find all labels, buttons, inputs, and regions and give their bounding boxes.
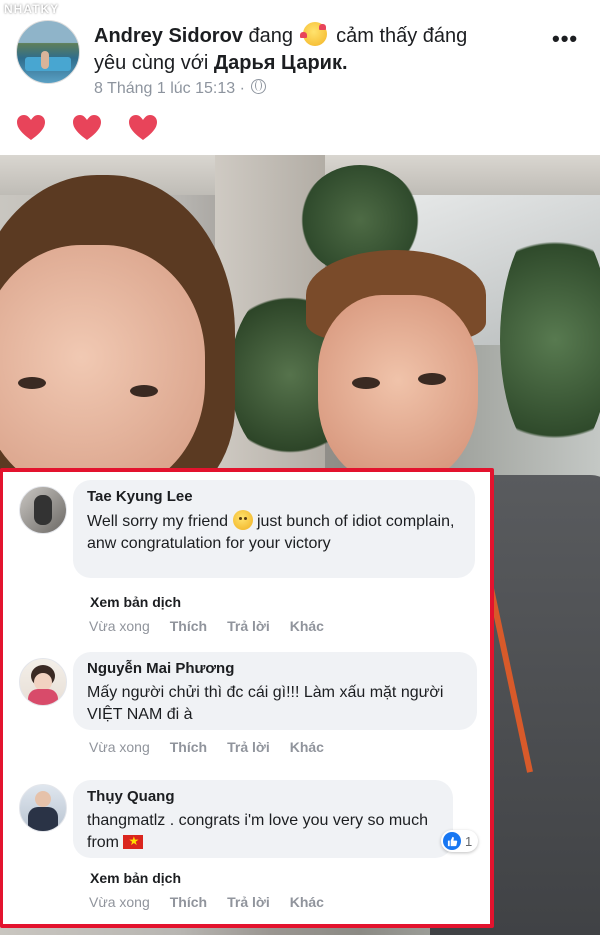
feeling-verb: đang bbox=[248, 25, 293, 47]
reply-link[interactable]: Trả lời bbox=[227, 739, 270, 755]
commenter-name[interactable]: Tae Kyung Lee bbox=[87, 488, 461, 506]
see-translation-link[interactable]: Xem bản dịch bbox=[90, 594, 181, 610]
post-timestamp: 8 Tháng 1 lúc 15:13 · bbox=[94, 79, 266, 98]
globe-icon bbox=[250, 79, 266, 94]
like-thumb-icon bbox=[443, 832, 461, 850]
comment-actions: Vừa xong Thích Trả lời Khác bbox=[89, 739, 344, 755]
with-text: yêu cùng với bbox=[94, 52, 209, 74]
comment-text: thangmatlz . congrats i'm love you very … bbox=[87, 810, 439, 854]
commenter-avatar[interactable] bbox=[19, 486, 67, 534]
in-love-emoji-icon bbox=[299, 22, 327, 46]
more-link[interactable]: Khác bbox=[290, 894, 324, 910]
comment-actions: Vừa xong Thích Trả lời Khác bbox=[89, 894, 344, 910]
more-link[interactable]: Khác bbox=[290, 618, 324, 634]
like-link[interactable]: Thích bbox=[170, 739, 207, 755]
like-link[interactable]: Thích bbox=[170, 894, 207, 910]
more-options-icon[interactable]: ••• bbox=[552, 26, 578, 52]
comment-bubble: Tae Kyung Lee Well sorry my friend just … bbox=[73, 480, 475, 578]
more-link[interactable]: Khác bbox=[290, 739, 324, 755]
comment-time[interactable]: Vừa xong bbox=[89, 739, 150, 755]
like-link[interactable]: Thích bbox=[170, 618, 207, 634]
heart-icon bbox=[73, 115, 101, 140]
comment-actions: Vừa xong Thích Trả lời Khác bbox=[89, 618, 344, 634]
commenter-avatar[interactable] bbox=[19, 784, 67, 832]
highlighted-comments-box: Tae Kyung Lee Well sorry my friend just … bbox=[0, 468, 494, 928]
heart-icon bbox=[17, 115, 45, 140]
sad-emoji-icon bbox=[232, 510, 253, 530]
author-avatar[interactable] bbox=[16, 20, 80, 84]
commenter-avatar[interactable] bbox=[19, 658, 67, 706]
post-header-line2: yêu cùng với Дарья Царик. bbox=[94, 50, 348, 76]
comment-bubble: Thụy Quang thangmatlz . congrats i'm lov… bbox=[73, 780, 453, 858]
reply-link[interactable]: Trả lời bbox=[227, 894, 270, 910]
tagged-person[interactable]: Дарья Царик. bbox=[214, 52, 348, 74]
watermark: NHATKY bbox=[4, 2, 60, 16]
reaction-badge[interactable]: 1 bbox=[441, 830, 479, 852]
post-header: NHATKY Andrey Sidorov đang cảm thấy đáng… bbox=[0, 0, 600, 150]
comment-time[interactable]: Vừa xong bbox=[89, 894, 150, 910]
commenter-name[interactable]: Thụy Quang bbox=[87, 788, 439, 806]
comment-text: Mấy người chửi thì đc cái gì!!! Làm xấu … bbox=[87, 684, 444, 723]
comment-bubble: Nguyễn Mai Phương Mấy người chửi thì đc … bbox=[73, 652, 477, 730]
author-name[interactable]: Andrey Sidorov bbox=[94, 25, 243, 47]
comment-text: Well sorry my friend just bunch of idiot… bbox=[87, 510, 461, 555]
timestamp-text[interactable]: 8 Tháng 1 lúc 15:13 · bbox=[94, 80, 245, 97]
reaction-count: 1 bbox=[465, 833, 473, 849]
vietnam-flag-icon bbox=[123, 832, 144, 850]
commenter-name[interactable]: Nguyễn Mai Phương bbox=[87, 660, 463, 678]
post-header-line1: Andrey Sidorov đang cảm thấy đáng bbox=[94, 22, 467, 49]
comment-time[interactable]: Vừa xong bbox=[89, 618, 150, 634]
heart-icon bbox=[129, 115, 157, 140]
reply-link[interactable]: Trả lời bbox=[227, 618, 270, 634]
see-translation-link[interactable]: Xem bản dịch bbox=[90, 870, 181, 886]
feeling-text: cảm thấy đáng bbox=[336, 25, 468, 47]
